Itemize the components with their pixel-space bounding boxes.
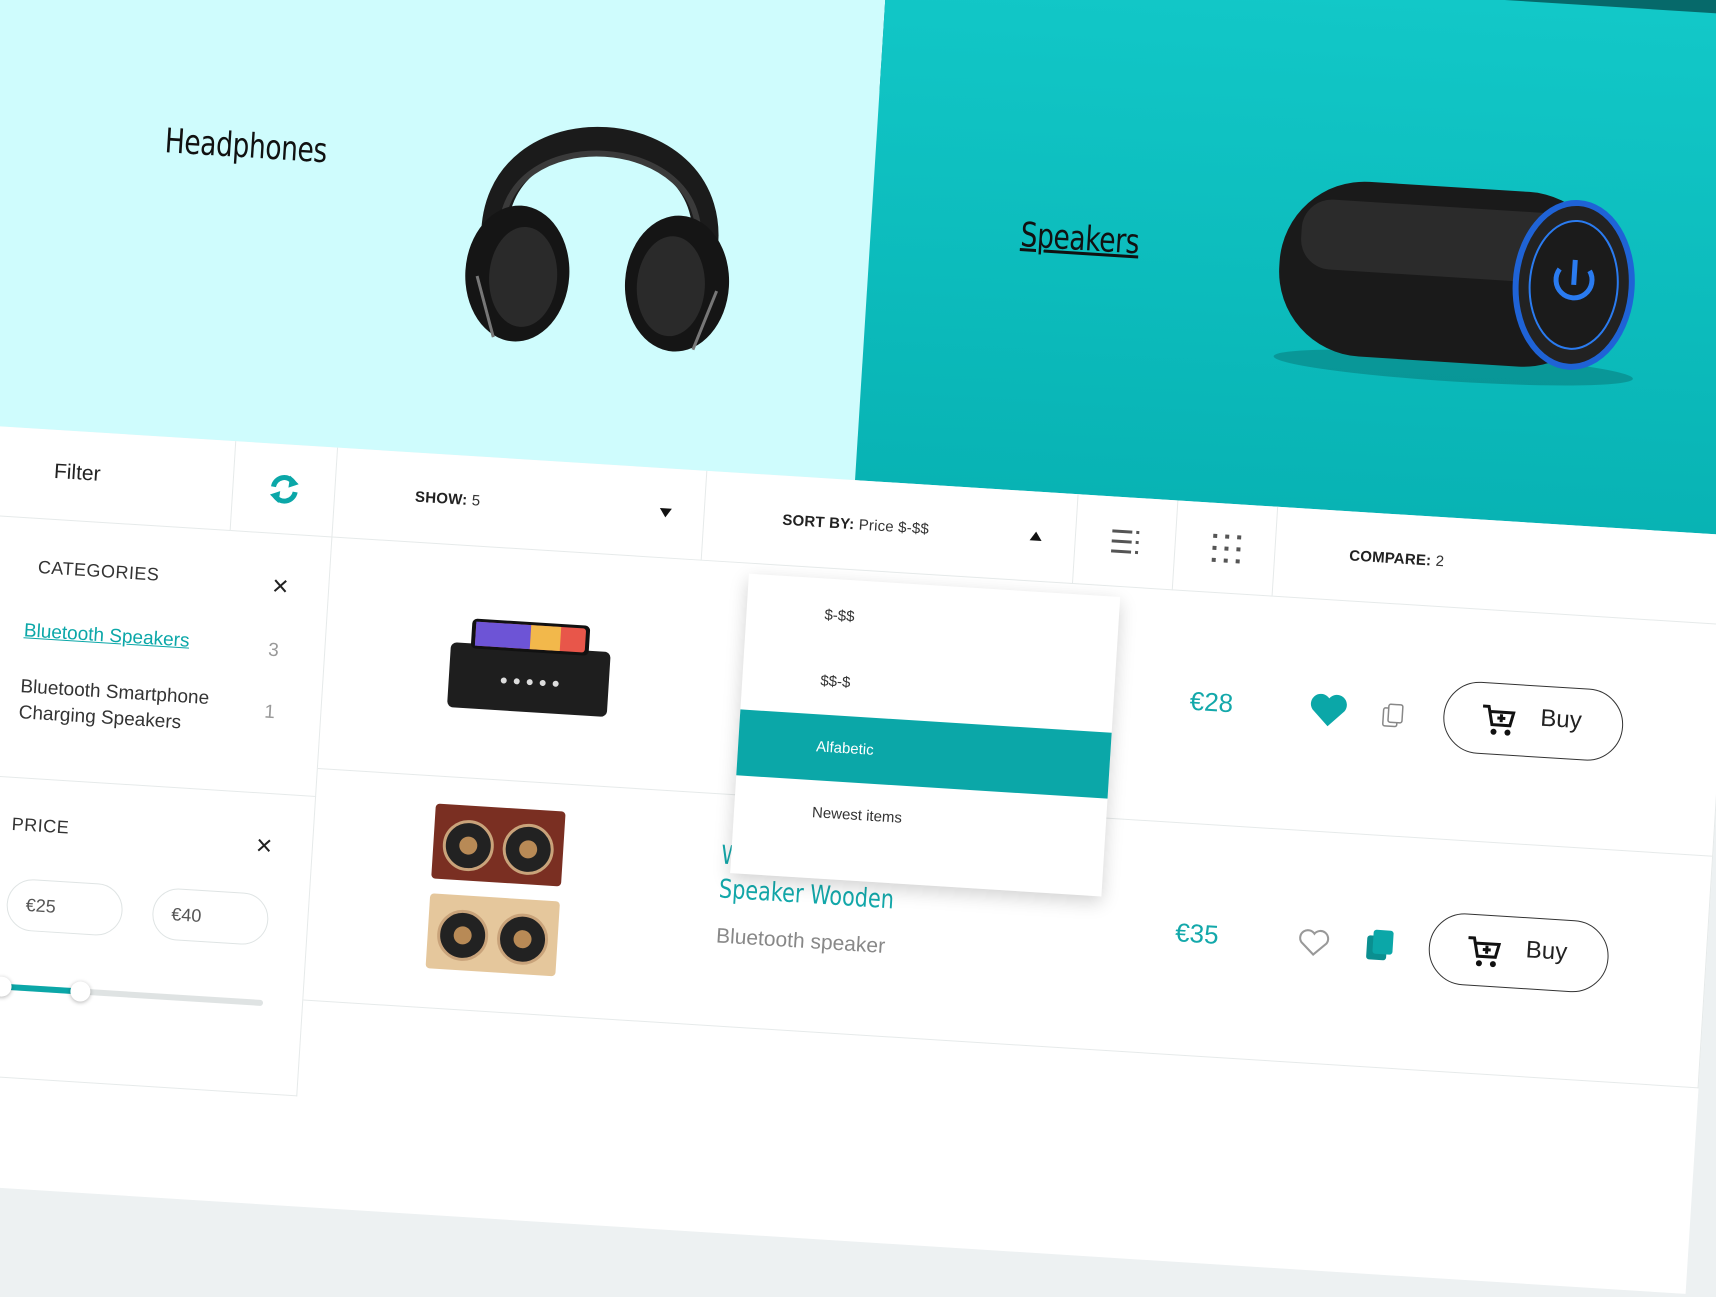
product-price: €28 xyxy=(1188,685,1235,719)
price-range-fill xyxy=(1,983,81,995)
buy-button[interactable]: Buy xyxy=(1426,911,1611,995)
sort-value: Price $-$$ xyxy=(858,516,930,538)
product-subtitle: Bluetooth speaker xyxy=(715,924,886,958)
product-price: €35 xyxy=(1174,917,1220,950)
list-view-icon[interactable] xyxy=(1109,524,1145,560)
price-min-input[interactable]: €25 xyxy=(5,877,125,937)
buy-label: Buy xyxy=(1525,936,1568,966)
product-image-charging-speaker xyxy=(447,618,611,717)
compare-active-icon[interactable] xyxy=(1364,927,1396,963)
headphones-image xyxy=(465,126,730,352)
compare-value: 2 xyxy=(1435,552,1445,571)
list-view-button[interactable] xyxy=(1072,494,1179,591)
cart-add-icon xyxy=(1468,936,1502,968)
hero-headphones[interactable]: Headphones xyxy=(0,0,888,481)
price-heading: PRICE xyxy=(11,813,70,838)
sort-dropdown-menu: $-$$ $$-$ Alfabetic Newest items xyxy=(730,573,1121,897)
price-range-min-handle[interactable] xyxy=(0,975,13,998)
compare-label: COMPARE: xyxy=(1348,547,1432,570)
product-image-wooden-speaker xyxy=(425,803,566,977)
catalog-panel: Filter SHOW: 5 SORT BY: Price $-$$ COMPA… xyxy=(0,421,1716,1294)
compare-icon[interactable] xyxy=(1381,702,1407,729)
close-icon[interactable]: × xyxy=(255,829,273,861)
filter-label: Filter xyxy=(53,459,102,486)
category-count: 1 xyxy=(263,701,276,724)
buy-button[interactable]: Buy xyxy=(1441,679,1626,763)
grid-view-icon[interactable] xyxy=(1208,531,1244,567)
price-filter: PRICE × €25 €40 xyxy=(0,771,317,1097)
chevron-down-icon[interactable] xyxy=(659,507,672,518)
close-icon[interactable]: × xyxy=(271,570,289,602)
heart-outline-icon[interactable] xyxy=(1296,927,1332,959)
heart-filled-icon[interactable] xyxy=(1307,691,1349,729)
hero-headphones-title[interactable]: Headphones xyxy=(164,121,328,171)
price-max-input[interactable]: €40 xyxy=(150,886,270,947)
sort-label: SORT BY: xyxy=(781,511,855,534)
categories-heading: CATEGORIES xyxy=(37,557,161,585)
chevron-up-icon[interactable] xyxy=(1029,531,1043,541)
refresh-button[interactable] xyxy=(230,441,339,538)
category-count: 3 xyxy=(267,639,280,662)
speaker-image xyxy=(1273,181,1635,386)
show-label: SHOW: xyxy=(414,488,468,509)
hero-speakers-title[interactable]: Speakers xyxy=(1019,215,1140,262)
hero-speakers[interactable]: Speakers xyxy=(855,0,1716,539)
buy-label: Buy xyxy=(1539,704,1583,735)
shop-stage: Headphones Speakers Filter SHOW: 5 SORT … xyxy=(0,0,1716,1294)
categories-filter: CATEGORIES × Bluetooth Speakers 3 Blueto… xyxy=(0,511,333,797)
show-value: 5 xyxy=(471,492,481,510)
price-range-max-handle[interactable] xyxy=(69,980,91,1003)
category-link-bluetooth-speakers[interactable]: Bluetooth Speakers xyxy=(23,620,190,652)
filter-header: Filter xyxy=(0,421,237,532)
category-link-charging-speakers[interactable]: Bluetooth Smartphone Charging Speakers xyxy=(18,674,221,738)
cart-add-icon xyxy=(1482,704,1516,736)
grid-view-button[interactable] xyxy=(1172,500,1279,597)
refresh-icon[interactable] xyxy=(266,471,302,507)
